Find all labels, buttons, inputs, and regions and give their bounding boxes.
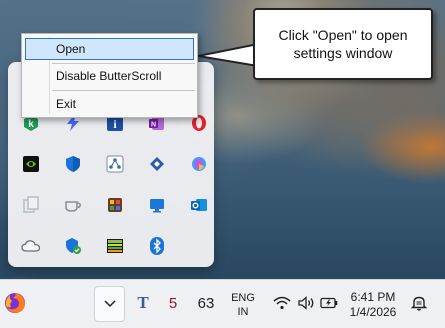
typora-tray-app[interactable]: T — [132, 292, 154, 314]
outlook-icon[interactable] — [188, 194, 210, 216]
clock-date: 1/4/2026 — [349, 305, 397, 319]
teacup-icon[interactable] — [62, 194, 84, 216]
bluetooth-icon[interactable] — [146, 235, 168, 257]
show-hidden-icons-button[interactable] — [94, 286, 125, 322]
language-code: ENG — [231, 292, 255, 304]
clipboard-manager-icon[interactable] — [20, 194, 42, 216]
svg-text:k: k — [28, 119, 34, 130]
wifi-icon[interactable] — [272, 294, 292, 312]
menu-separator — [52, 90, 195, 91]
volume-icon[interactable] — [296, 294, 316, 312]
tray-icon-grid: k i N — [20, 112, 210, 257]
terminal-app-icon[interactable] — [104, 235, 126, 257]
security-check-icon[interactable] — [62, 235, 84, 257]
region-code: IN — [237, 306, 249, 318]
copilot-icon[interactable] — [188, 153, 210, 175]
firefox-icon[interactable] — [2, 290, 28, 316]
windows-security-icon[interactable] — [62, 153, 84, 175]
nvidia-icon[interactable] — [20, 153, 42, 175]
callout-line-2: settings window — [293, 45, 393, 61]
menu-item-exit[interactable]: Exit — [25, 93, 194, 115]
app-palette-icon[interactable] — [104, 194, 126, 216]
context-menu: Open Disable ButterScroll Exit — [21, 33, 198, 118]
callout-pointer — [198, 42, 258, 68]
taskbar: T 5 63 ENG IN 6:41 PM 1/4/2026 — [0, 279, 445, 328]
callout-line-1: Click "Open" to open — [278, 27, 408, 43]
menu-item-disable-butterscroll[interactable]: Disable ButterScroll — [25, 65, 194, 87]
language-indicator[interactable]: ENG IN — [228, 291, 258, 319]
app-badge-5[interactable]: 5 — [162, 292, 184, 314]
display-monitor-icon[interactable] — [146, 194, 168, 216]
clock-time: 6:41 PM — [350, 290, 396, 304]
notification-bell-icon[interactable] — [408, 292, 430, 314]
sharex-icon[interactable] — [146, 153, 168, 175]
tooltip-callout: Click "Open" to open settings window — [253, 8, 433, 80]
network-share-icon[interactable] — [104, 153, 126, 175]
battery-icon[interactable] — [319, 294, 339, 312]
menu-separator — [52, 63, 195, 64]
chevron-down-icon — [103, 300, 116, 308]
system-clock[interactable]: 6:41 PM 1/4/2026 — [345, 290, 401, 320]
onedrive-icon[interactable] — [20, 235, 42, 257]
svg-text:N: N — [151, 122, 156, 129]
app-badge-63[interactable]: 63 — [193, 292, 219, 314]
menu-item-open[interactable]: Open — [25, 38, 194, 60]
